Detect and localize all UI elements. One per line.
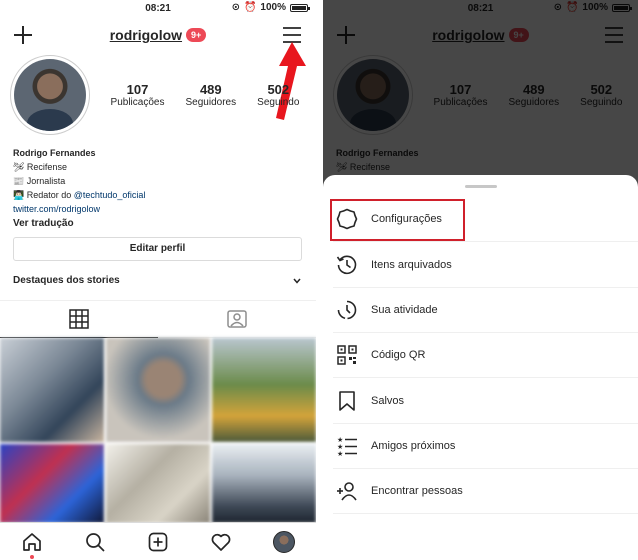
stat-following-label: Seguindo [257, 97, 300, 108]
nav-profile[interactable] [271, 529, 297, 555]
stat-posts[interactable]: 107 Publicações [111, 82, 165, 108]
activity-clock-icon [335, 298, 359, 322]
activity-dot [29, 554, 34, 559]
profile-bio: Rodrigo Fernandes 🛩 Recifense 📰 Jornalis… [13, 146, 303, 231]
menu-item-label: Encontrar pessoas [371, 485, 463, 497]
lock-rotation-icon: ⊙ [231, 2, 240, 13]
grid-icon [69, 309, 89, 329]
nav-new-post[interactable] [145, 529, 171, 555]
stat-following-value: 502 [267, 82, 290, 97]
menu-item-close-friends[interactable]: ★ ★ ★ Amigos próximos [333, 424, 638, 469]
stat-followers-value: 489 [199, 82, 222, 97]
avatar-photo [14, 59, 86, 131]
panel-gap [316, 0, 323, 560]
nav-home[interactable] [19, 529, 45, 559]
profile-stats: 107 Publicações 489 Seguidores 502 Segui… [100, 82, 310, 108]
account-switcher[interactable]: rodrigolow 9+ [0, 27, 316, 43]
story-highlights-toggle[interactable]: Destaques dos stories [13, 275, 302, 286]
post-thumbnail[interactable] [0, 338, 104, 442]
search-icon [85, 532, 105, 552]
heart-icon [211, 533, 231, 551]
see-translation-link[interactable]: Ver tradução [13, 217, 303, 231]
menu-item-label: Itens arquivados [371, 259, 452, 271]
add-person-icon [335, 479, 359, 503]
menu-screen: 08:21 ⊙ ⏰ 100% rodrigolow9+ 107 Publicaç… [323, 0, 638, 560]
tagged-person-icon [227, 310, 247, 328]
stat-following[interactable]: 502 Seguindo [257, 82, 299, 108]
settings-bottom-sheet: Configurações Itens arquivados Sua ativi… [323, 175, 638, 560]
battery-icon [290, 3, 310, 12]
nav-search[interactable] [82, 529, 108, 555]
edit-profile-button[interactable]: Editar perfil [13, 237, 302, 261]
bio-mention-link[interactable]: @techtudo_oficial [74, 190, 146, 200]
menu-item-qr-code[interactable]: Código QR [333, 333, 638, 378]
bio-line: 👨🏻‍💻 Redator do @techtudo_oficial [13, 188, 303, 202]
status-bar: 08:21 ⊙ ⏰ 100% [0, 0, 316, 16]
status-indicators: ⊙ ⏰ 100% [231, 2, 310, 13]
stat-followers-label: Seguidores [185, 97, 237, 108]
bio-line-text: 👨🏻‍💻 Redator do [13, 190, 74, 200]
close-friends-list-icon: ★ ★ ★ [335, 434, 359, 458]
notification-badge: 9+ [186, 28, 207, 42]
story-highlights-label: Destaques dos stories [13, 275, 120, 286]
menu-item-archive[interactable]: Itens arquivados [333, 243, 638, 288]
menu-item-find-people[interactable]: Encontrar pessoas [333, 469, 638, 514]
menu-item-saved[interactable]: Salvos [333, 379, 638, 424]
bottom-navigation [0, 522, 316, 560]
post-thumbnail[interactable] [0, 444, 104, 523]
svg-text:★: ★ [337, 450, 343, 457]
profile-screen: 08:21 ⊙ ⏰ 100% rodrigolow 9+ 107 Publica… [0, 0, 316, 560]
tab-tagged[interactable] [158, 301, 316, 338]
add-post-icon [148, 532, 168, 551]
profile-avatar[interactable] [10, 55, 90, 135]
nav-activity[interactable] [208, 529, 234, 555]
bio-full-name: Rodrigo Fernandes [13, 148, 96, 158]
stat-posts-label: Publicações [110, 97, 165, 108]
qr-code-icon [335, 343, 359, 367]
profile-avatar-icon [273, 530, 296, 553]
profile-username: rodrigolow [109, 27, 183, 43]
stat-posts-value: 107 [126, 82, 149, 97]
sheet-drag-handle[interactable] [465, 185, 497, 188]
annotation-highlight-box [330, 199, 465, 241]
profile-tabs [0, 300, 316, 338]
post-thumbnail[interactable] [212, 444, 316, 523]
home-icon [22, 532, 41, 551]
archive-history-icon [335, 253, 359, 277]
battery-percent: 100% [260, 2, 286, 13]
bio-line: 📰 Jornalista [13, 176, 66, 186]
menu-item-label: Sua atividade [371, 304, 438, 316]
menu-item-activity[interactable]: Sua atividade [333, 288, 638, 333]
menu-item-label: Amigos próximos [371, 440, 456, 452]
alarm-icon: ⏰ [243, 2, 257, 13]
post-thumbnail[interactable] [106, 444, 210, 523]
post-thumbnail[interactable] [212, 338, 316, 442]
chevron-down-icon [293, 278, 301, 284]
post-thumbnail[interactable] [106, 338, 210, 442]
menu-item-label: Código QR [371, 349, 426, 361]
posts-grid [0, 338, 316, 523]
bio-line: 🛩 Recifense [13, 162, 67, 172]
menu-item-label: Salvos [371, 395, 405, 407]
tab-posts-grid[interactable] [0, 301, 158, 338]
stat-followers[interactable]: 489 Seguidores [186, 82, 237, 108]
bookmark-icon [335, 389, 359, 413]
bio-website-link[interactable]: twitter.com/rodrigolow [13, 202, 303, 216]
